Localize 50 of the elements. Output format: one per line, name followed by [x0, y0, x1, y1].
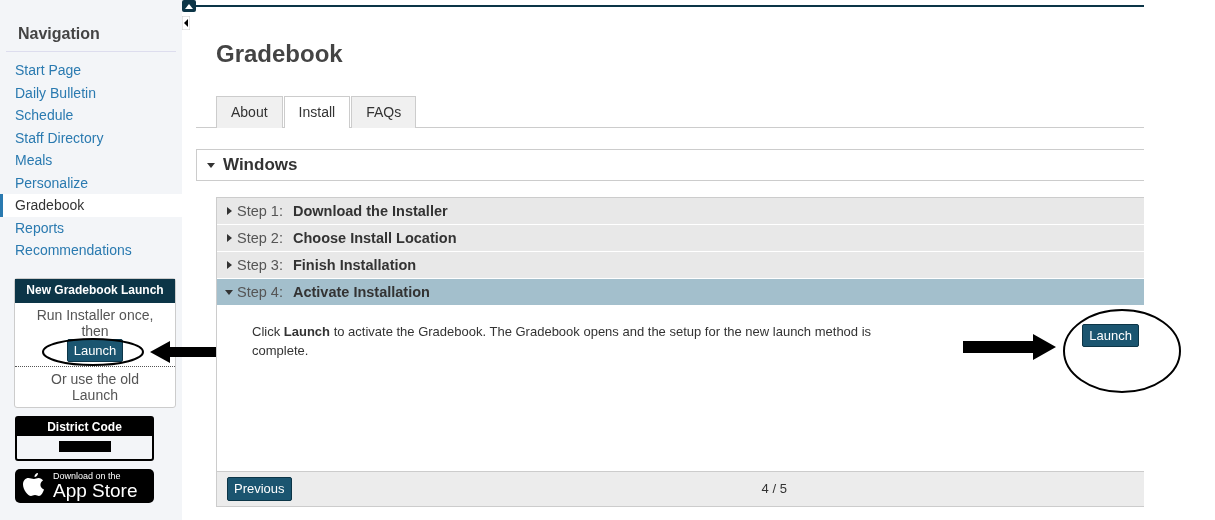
nav-link[interactable]: Reports	[0, 216, 182, 239]
nav-link[interactable]: Start Page	[0, 59, 182, 82]
district-code-title: District Code	[17, 418, 152, 436]
step-header[interactable]: Step 4: Activate Installation	[217, 278, 1144, 306]
nav-link[interactable]: Staff Directory	[0, 126, 182, 149]
tab[interactable]: Install	[283, 96, 351, 128]
launch-button[interactable]: Launch	[66, 338, 124, 362]
step-title: Activate Installation	[292, 282, 430, 302]
caret-icon	[225, 260, 233, 269]
nav-heading: Navigation	[6, 22, 176, 52]
step-header[interactable]: Step 3: Finish Installation	[217, 251, 1144, 279]
caret-icon	[225, 233, 233, 242]
step-header[interactable]: Step 2: Choose Install Location	[217, 224, 1144, 252]
step-header[interactable]: Step 1: Download the Installer	[217, 197, 1144, 225]
nav-link[interactable]: Meals	[0, 149, 182, 172]
collapse-up-icon[interactable]	[182, 0, 196, 12]
nav-link[interactable]: Gradebook	[0, 194, 182, 217]
card-title: New Gradebook Launch	[15, 278, 175, 303]
tab[interactable]: About	[216, 96, 283, 128]
redaction-bar	[58, 441, 111, 452]
step-label: Step 2:	[237, 228, 283, 248]
pager-text: 4 / 5	[761, 480, 787, 498]
collapse-left-icon[interactable]	[182, 16, 190, 30]
step-title: Finish Installation	[292, 255, 417, 275]
section-title: Windows	[223, 154, 298, 176]
nav-link[interactable]: Schedule	[0, 104, 182, 127]
app-store-badge[interactable]: Download on the App Store	[15, 469, 154, 503]
previous-button[interactable]: Previous	[227, 477, 292, 501]
caret-icon	[225, 206, 233, 215]
instruction-text: Click Launch to activate the Gradebook. The Gradebook opens and the setup for the new launch method is complete.	[252, 322, 873, 360]
badge-title: App Store	[53, 481, 138, 501]
caret-icon	[207, 160, 215, 169]
step-label: Step 1:	[237, 201, 283, 221]
section-header[interactable]: Windows	[196, 149, 1144, 181]
nav-link[interactable]: Personalize	[0, 171, 182, 194]
page-title: Gradebook	[216, 39, 344, 69]
annotation-arrow	[150, 341, 216, 363]
step-title: Choose Install Location	[292, 228, 457, 248]
apple-logo-icon	[23, 473, 45, 499]
card-text: Run Installer once, then	[35, 305, 155, 339]
tab[interactable]: FAQs	[351, 96, 417, 128]
card-text: Or use the old Launch	[50, 370, 140, 405]
step-label: Step 3:	[237, 255, 283, 275]
launch-button[interactable]: Launch	[1082, 323, 1139, 347]
caret-icon	[225, 287, 233, 296]
nav-link[interactable]: Recommendations	[0, 239, 182, 262]
step-title: Download the Installer	[292, 201, 448, 221]
badge-caption: Download on the	[53, 471, 122, 481]
step-label: Step 4:	[237, 282, 283, 302]
nav-link[interactable]: Daily Bulletin	[0, 81, 182, 104]
